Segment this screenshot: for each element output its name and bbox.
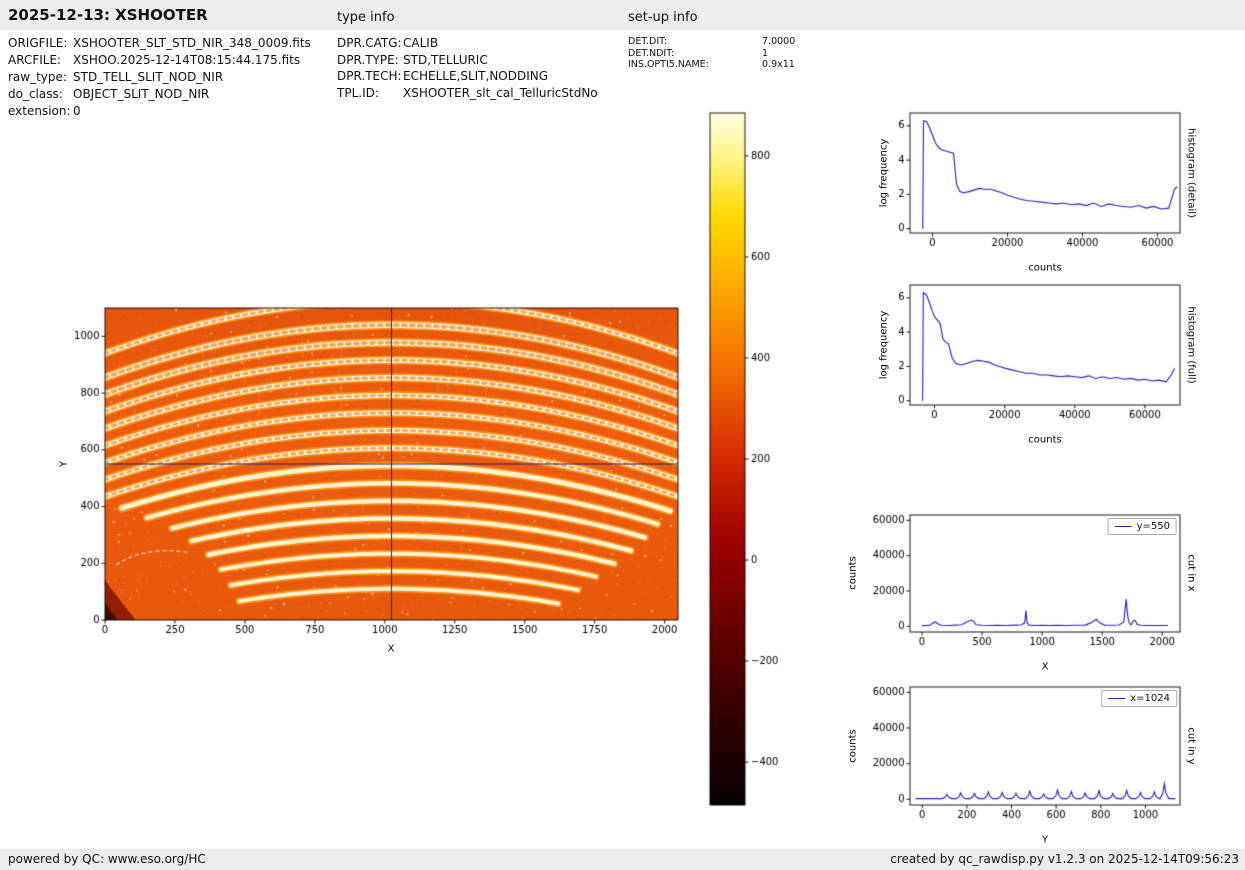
setup-info-block: DET.DIT: 7.0000 DET.NDIT: 1 INS.OPTI5.NAME: 0… [628, 36, 795, 71]
meta-value: XSHOOTER_slt_cal_TelluricStdNo [403, 85, 598, 100]
meta-value: 1 [762, 47, 769, 59]
meta-value: STD,TELLURIC [403, 52, 488, 67]
histogram-full-canvas [890, 280, 1187, 432]
meta-value: ECHELLE,SLIT,NODDING [403, 69, 549, 83]
page-title: 2025-12-13: XSHOOTER [8, 6, 208, 24]
meta-label: DET.NDIT: [628, 47, 675, 59]
footer-left-text: powered by QC: www.eso.org/HC [8, 852, 206, 866]
cut-in-x-xlabel: X [1041, 661, 1049, 673]
cut-in-y-xlabel: Y [1041, 834, 1049, 846]
cut-in-y-ylabel: counts [847, 729, 859, 763]
cut-in-y-legend: x=1024 [1101, 690, 1177, 707]
type-info-block: DPR.CATG: CALIB DPR.TYPE: STD,TELLURIC DPR.T… [337, 36, 598, 102]
meta-row: ARCFILE: XSHOO.2025-12-14T08:15:44.175.fi… [8, 53, 311, 70]
setup-info-heading: set-up info [628, 10, 698, 25]
detector-yaxis-label: Y [58, 460, 70, 468]
meta-value: STD_TELL_SLIT_NOD_NIR [73, 70, 224, 84]
meta-label: INS.OPTI5.NAME: [628, 59, 709, 70]
meta-label: DPR.CATG: [337, 36, 402, 50]
meta-row: extension: 0 [8, 104, 311, 121]
meta-value: XSHOO.2025-12-14T08:15:44.175.fits [73, 53, 301, 67]
footer-bar: powered by QC: www.eso.org/HC created by… [0, 849, 1245, 870]
histogram-detail-title: histogram (detail) [1185, 128, 1197, 218]
header-bar: 2025-12-13: XSHOOTER type info set-up in… [0, 0, 1245, 30]
meta-label: DET.DIT: [628, 36, 668, 47]
legend-label: x=1024 [1130, 693, 1170, 704]
cut-in-x-title: cut in x [1185, 554, 1197, 592]
cut-in-x-legend: y=550 [1107, 518, 1177, 535]
footer-right-text: created by qc_rawdisp.py v1.2.3 on 2025-… [890, 852, 1239, 866]
legend-line-swatch [1114, 526, 1132, 527]
colorbar-canvas [706, 109, 790, 809]
meta-value: OBJECT_SLIT_NOD_NIR [73, 87, 210, 101]
meta-row: DPR.CATG: CALIB [337, 36, 598, 53]
histogram-full-ylabel: log frequency [878, 310, 890, 380]
meta-value: XSHOOTER_SLT_STD_NIR_348_0009.fits [73, 36, 311, 50]
type-info-heading: type info [337, 10, 395, 25]
detector-xaxis-label: X [387, 643, 395, 655]
qc-report-page: 2025-12-13: XSHOOTER type info set-up in… [0, 0, 1245, 870]
meta-label: ARCFILE: [8, 53, 62, 67]
legend-line-swatch [1108, 698, 1126, 699]
cut-in-y-title: cut in y [1185, 727, 1197, 765]
meta-row: DPR.TECH: ECHELLE,SLIT,NODDING [337, 69, 598, 86]
meta-label: DPR.TECH: [337, 69, 402, 83]
meta-label: raw_type: [8, 70, 67, 84]
meta-value: 0.9x11 [762, 59, 795, 70]
meta-row: TPL.ID: XSHOOTER_slt_cal_TelluricStdNo [337, 86, 598, 103]
meta-label: do_class: [8, 87, 63, 101]
meta-value: 0 [73, 104, 81, 118]
histogram-detail-canvas [890, 108, 1187, 260]
meta-row: DPR.TYPE: STD,TELLURIC [337, 53, 598, 70]
meta-label: ORIGFILE: [8, 36, 68, 50]
meta-label: DPR.TYPE: [337, 52, 399, 67]
detector-image-canvas [55, 296, 700, 660]
meta-row: ORIGFILE: XSHOOTER_SLT_STD_NIR_348_0009.f… [8, 36, 311, 53]
meta-value: 7.0000 [762, 36, 796, 47]
histogram-full-title: histogram (full) [1185, 306, 1197, 384]
meta-row: DET.NDIT: 1 [628, 48, 795, 60]
cut-in-x-ylabel: counts [847, 556, 859, 590]
meta-label: extension: [8, 104, 71, 118]
histogram-detail-ylabel: log frequency [878, 138, 890, 208]
meta-label: TPL.ID: [337, 85, 379, 100]
histogram-full-xlabel: counts [1028, 434, 1062, 446]
meta-row: raw_type: STD_TELL_SLIT_NOD_NIR [8, 70, 311, 87]
meta-row: do_class: OBJECT_SLIT_NOD_NIR [8, 87, 311, 104]
meta-value: CALIB [403, 36, 439, 50]
histogram-detail-xlabel: counts [1028, 262, 1062, 274]
meta-row: INS.OPTI5.NAME: 0.9x11 [628, 59, 795, 71]
meta-row: DET.DIT: 7.0000 [628, 36, 795, 48]
file-info-block: ORIGFILE: XSHOOTER_SLT_STD_NIR_348_0009.f… [8, 36, 311, 121]
legend-label: y=550 [1136, 521, 1170, 532]
